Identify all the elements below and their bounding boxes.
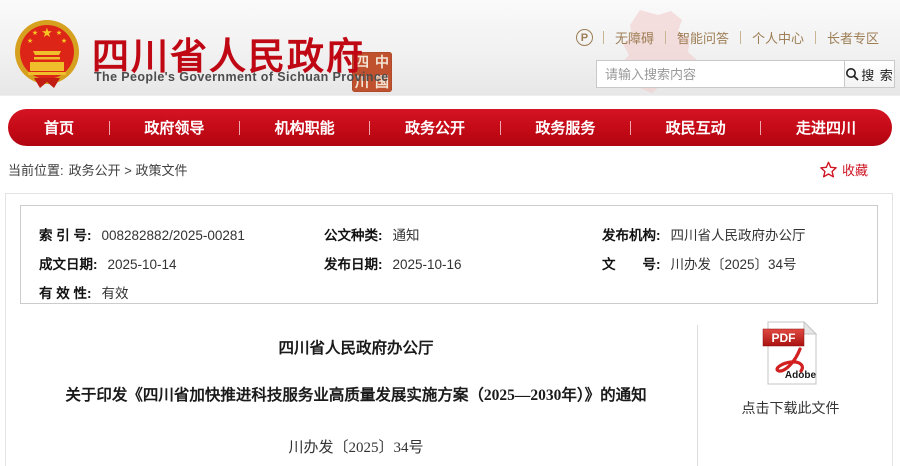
link-senior-zone[interactable]: 长者专区 <box>816 28 890 47</box>
favorite-button[interactable]: 收藏 <box>820 160 868 179</box>
svg-text:★: ★ <box>61 37 67 45</box>
divider <box>369 120 371 135</box>
search-button[interactable]: 搜 索 <box>845 60 895 88</box>
breadcrumb: 当前位置: 政务公开 > 政策文件 <box>8 160 187 179</box>
document-issuing-org: 四川省人民政府办公厅 <box>278 340 434 357</box>
svg-text:★: ★ <box>32 29 38 37</box>
meta-doc-number-value: 川办发〔2025〕34号 <box>670 256 797 272</box>
svg-text:★: ★ <box>41 25 53 40</box>
nav-item-home[interactable]: 首页 <box>38 117 80 138</box>
star-icon <box>820 161 837 177</box>
svg-text:★: ★ <box>56 29 62 37</box>
meta-written-date-label: 成文日期: <box>39 256 98 272</box>
link-personal-center[interactable]: 个人中心 <box>741 28 815 47</box>
pdf-file-icon: PDF Adobe <box>762 320 817 385</box>
divider <box>108 120 110 135</box>
link-smart-qa[interactable]: 智能问答 <box>666 28 740 47</box>
divider <box>499 120 501 135</box>
meta-doc-number: 文 号: 川办发〔2025〕34号 <box>602 253 877 273</box>
meta-agency-label: 发布机构: <box>602 227 661 243</box>
divider <box>239 120 240 135</box>
meta-agency: 发布机构: 四川省人民政府办公厅 <box>602 224 877 244</box>
meta-publish-date-value: 2025-10-16 <box>392 256 462 272</box>
site-header: ★ ★ ★ ★ ★ 四川省人民政府 The People's Governmen… <box>0 0 900 96</box>
site-brand[interactable]: ★ ★ ★ ★ ★ 四川省人民政府 The People's Governmen… <box>14 14 434 94</box>
site-subtitle: The People's Government of Sichuan Provi… <box>94 70 389 84</box>
nav-item-leaders[interactable]: 政府领导 <box>138 117 210 138</box>
link-accessibility[interactable]: 无障碍 <box>604 28 665 47</box>
nav-item-functions[interactable]: 机构职能 <box>269 117 341 138</box>
meta-doc-number-label: 文 号: <box>602 256 661 272</box>
meta-index-label: 索 引 号: <box>39 227 92 243</box>
document-number: 川办发〔2025〕34号 <box>288 440 424 456</box>
meta-doc-type-label: 公文种类: <box>324 227 383 243</box>
adobe-label: Adobe <box>784 370 816 381</box>
nav-item-gov-services[interactable]: 政务服务 <box>529 117 601 138</box>
meta-publish-date-label: 发布日期: <box>324 256 383 272</box>
nav-item-interaction[interactable]: 政民互动 <box>660 117 732 138</box>
download-label: 点击下载此文件 <box>741 400 840 416</box>
document-meta-table: 索 引 号: 008282882/2025-00281 公文种类: 通知 发布机构:… <box>20 205 878 304</box>
meta-index-value: 008282882/2025-00281 <box>101 227 245 243</box>
meta-index: 索 引 号: 008282882/2025-00281 <box>39 224 324 244</box>
search-bar: 搜 索 <box>596 60 895 88</box>
svg-text:★: ★ <box>27 37 33 45</box>
meta-doc-type: 公文种类: 通知 <box>324 224 602 244</box>
meta-written-date-value: 2025-10-14 <box>107 256 177 272</box>
divider <box>760 120 762 135</box>
search-icon <box>846 68 859 81</box>
pdf-badge-label: PDF <box>771 331 795 345</box>
sichuan-map-watermark <box>621 10 698 93</box>
meta-agency-value: 四川省人民政府办公厅 <box>670 227 806 243</box>
breadcrumb-path[interactable]: 政务公开 > 政策文件 <box>69 160 188 179</box>
page: ★ ★ ★ ★ ★ 四川省人民政府 The People's Governmen… <box>0 0 900 466</box>
breadcrumb-prefix: 当前位置: <box>8 162 64 178</box>
document-title: 关于印发《四川省加快推进科技服务业高质量发展实施方案（2025—2030年）》的… <box>65 387 647 404</box>
accessibility-icon[interactable]: P <box>575 29 593 46</box>
meta-doc-type-value: 通知 <box>392 227 420 243</box>
favorite-label: 收藏 <box>841 162 868 178</box>
breadcrumb-row: 当前位置: 政务公开 > 政策文件 收藏 <box>8 150 892 188</box>
header-quick-links: P 无障碍 智能问答 个人中心 长者专区 <box>575 28 890 47</box>
document-body: 四川省人民政府办公厅 关于印发《四川省加快推进科技服务业高质量发展实施方案（20… <box>6 314 706 466</box>
divider <box>629 120 631 135</box>
meta-written-date: 成文日期: 2025-10-14 <box>39 253 324 273</box>
meta-validity-label: 有 效 性: <box>39 285 92 301</box>
nav-item-gov-affairs[interactable]: 政务公开 <box>399 117 471 138</box>
meta-publish-date: 发布日期: 2025-10-16 <box>324 253 602 273</box>
search-input[interactable] <box>596 60 845 88</box>
national-emblem-icon: ★ ★ ★ ★ ★ <box>15 20 79 88</box>
meta-validity-value: 有效 <box>101 285 129 301</box>
document-card: 索 引 号: 008282882/2025-00281 公文种类: 通知 发布机构:… <box>5 193 893 466</box>
main-nav: 首页 政府领导 机构职能 政务公开 政务服务 政民互动 走进四川 <box>8 109 892 146</box>
pdf-download-link[interactable]: PDF Adobe 点击下载此文件 <box>698 314 883 466</box>
meta-validity: 有 效 性: 有效 <box>39 282 324 302</box>
search-button-label: 搜 索 <box>861 67 894 83</box>
nav-item-about-sichuan[interactable]: 走进四川 <box>790 117 862 138</box>
